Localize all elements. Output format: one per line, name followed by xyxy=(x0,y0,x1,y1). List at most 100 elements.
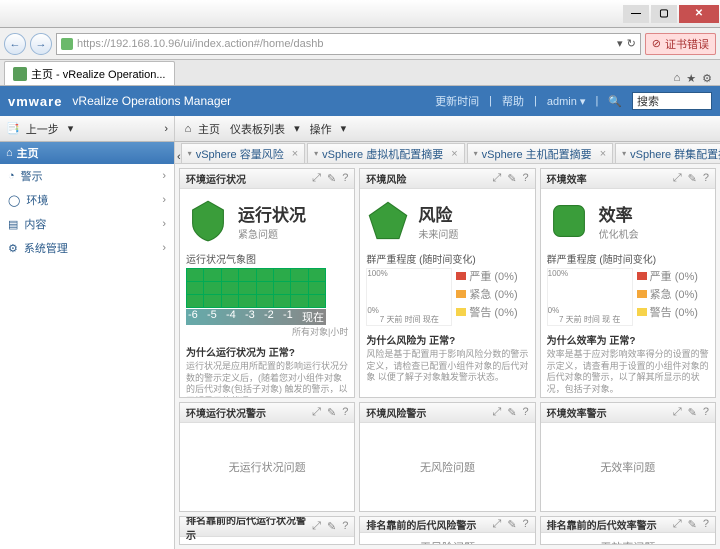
cert-error-label: 证书错误 xyxy=(665,36,709,52)
url-dropdown-icon[interactable]: ▾ xyxy=(617,37,623,50)
expand-icon[interactable]: ⤢ xyxy=(312,520,321,533)
home-tab-button[interactable]: ⌂ 主页 xyxy=(181,121,220,137)
edit-icon[interactable]: ✎ xyxy=(327,520,336,533)
expand-icon[interactable]: ⤢ xyxy=(312,406,321,419)
empty-msg: 无风险问题 xyxy=(366,539,528,545)
refresh-icon[interactable]: ↻ xyxy=(627,37,636,50)
edit-icon[interactable]: ✎ xyxy=(507,518,516,531)
updated-link[interactable]: 更新时间 xyxy=(435,93,479,109)
chevron-right-icon: › xyxy=(162,170,166,182)
chevron-down-icon: ▾ xyxy=(341,122,347,135)
settings-icon[interactable]: ⚙ xyxy=(702,72,712,85)
health-heatmap: -6-5-4-3-2-1现在 xyxy=(186,268,348,325)
eff-title: 效率 xyxy=(599,201,639,226)
panel-risk-rank: 排名靠前的后代风险警示 ⤢ ✎? 无风险问题 xyxy=(359,516,535,545)
expand-icon[interactable]: ⤢ xyxy=(673,518,682,531)
lock-icon xyxy=(61,38,73,50)
sidebar: ⌂ 主页 ◔警示 › ◯环境 › ▤内容 › ⚙系统管理 › xyxy=(0,142,175,549)
panel-eff-rank: 排名靠前的后代效率警示 ⤢ ✎? 无效率问题 xyxy=(540,516,716,545)
expand-icon[interactable]: ⤢ xyxy=(493,172,502,185)
panel-title: 环境风险警示 xyxy=(366,405,426,420)
tab-vm-config[interactable]: ▾vSphere 虚拟机配置摘要× xyxy=(307,143,464,163)
panel-title: 环境风险 xyxy=(366,171,406,186)
browser-tab-label: 主页 - vRealize Operation... xyxy=(31,66,166,82)
tab-host-config[interactable]: ▾vSphere 主机配置摘要× xyxy=(467,143,613,163)
content-icon: ▤ xyxy=(8,218,18,231)
help-icon[interactable]: ? xyxy=(703,172,709,185)
user-menu[interactable]: admin ▾ xyxy=(547,95,586,108)
edit-icon[interactable]: ✎ xyxy=(688,518,697,531)
dashboard-list-menu[interactable]: 仪表板列表 ▾ xyxy=(230,121,300,137)
chevron-down-icon: ▾ xyxy=(580,96,586,108)
cert-error-button[interactable]: ⊘ 证书错误 xyxy=(645,33,716,55)
edit-icon[interactable]: ✎ xyxy=(688,172,697,185)
help-icon[interactable]: ? xyxy=(342,172,348,185)
sidebar-item-alerts[interactable]: ◔警示 › xyxy=(0,164,174,188)
sidebar-header: ⌂ 主页 xyxy=(0,142,174,164)
brand-logo: vmware xyxy=(8,94,62,109)
health-why: 为什么运行状况为 正常? xyxy=(186,344,348,359)
empty-msg: 无效率问题 xyxy=(547,539,709,545)
help-link[interactable]: 帮助 xyxy=(502,93,524,109)
cert-error-icon: ⊘ xyxy=(652,37,661,50)
search-input[interactable]: 搜索 xyxy=(632,92,712,110)
browser-forward-button[interactable]: → xyxy=(30,33,52,55)
browser-back-button[interactable]: ← xyxy=(4,33,26,55)
dashboard-grid: 环境运行状况 ⤢✎? 运行状况 紧急问题 运行状况气象图 xyxy=(175,164,720,549)
home-icon[interactable]: ⌂ xyxy=(674,72,681,85)
search-icon: 🔍 xyxy=(608,95,622,108)
expand-icon[interactable]: ⤢ xyxy=(673,406,682,419)
expand-icon[interactable]: ⤢ xyxy=(493,518,502,531)
risk-legend: 严重 (0%) 紧急 (0%) 警告 (0%) xyxy=(456,268,517,326)
help-icon[interactable]: ? xyxy=(523,172,529,185)
panel-title: 环境运行状况警示 xyxy=(186,405,266,420)
alerts-icon: ◔ xyxy=(8,170,15,182)
heatmap-footer: 所有对象|小时 xyxy=(186,325,348,338)
sidebar-collapse-button[interactable]: 📑 xyxy=(6,122,20,135)
app-toolbar: 📑 上一步 ▾ › ⌂ 主页 仪表板列表 ▾ 操作 ▾ xyxy=(0,116,720,142)
edit-icon[interactable]: ✎ xyxy=(327,406,336,419)
back-step-button[interactable]: 上一步 ▾ xyxy=(26,121,74,137)
sidebar-item-admin[interactable]: ⚙系统管理 › xyxy=(0,236,174,260)
favorites-icon[interactable]: ★ xyxy=(686,72,696,85)
toolbar-chevron-right[interactable]: › xyxy=(164,123,168,135)
edit-icon[interactable]: ✎ xyxy=(688,406,697,419)
edit-icon[interactable]: ✎ xyxy=(507,172,516,185)
risk-chart: 100% 0% 7 天前 时间 现在 xyxy=(366,268,452,326)
empty-msg: 无风险问题 xyxy=(366,429,528,505)
address-bar[interactable]: https://192.168.10.96/ui/index.action#/h… xyxy=(56,33,641,55)
sidebar-item-environment[interactable]: ◯环境 › xyxy=(0,188,174,212)
risk-badge-icon xyxy=(366,199,410,243)
chevron-right-icon: › xyxy=(162,218,166,230)
panel-title: 排名靠前的后代风险警示 xyxy=(366,517,476,532)
panel-title: 环境效率警示 xyxy=(547,405,607,420)
app-header: vmware vRealize Operations Manager 更新时间 … xyxy=(0,86,720,116)
help-icon[interactable]: ? xyxy=(703,406,709,419)
help-icon[interactable]: ? xyxy=(523,518,529,531)
tab-cluster-config[interactable]: ▾vSphere 群集配置摘要× xyxy=(615,143,720,163)
expand-icon[interactable]: ⤢ xyxy=(312,172,321,185)
chart-title: 群严重程度 (随时间变化) xyxy=(366,251,528,266)
edit-icon[interactable]: ✎ xyxy=(327,172,336,185)
expand-icon[interactable]: ⤢ xyxy=(493,406,502,419)
help-icon[interactable]: ? xyxy=(523,406,529,419)
help-icon[interactable]: ? xyxy=(342,406,348,419)
panel-title: 排名靠前的后代效率警示 xyxy=(547,517,657,532)
window-close-button[interactable]: ✕ xyxy=(679,5,719,23)
expand-icon[interactable]: ⤢ xyxy=(673,172,682,185)
tab-capacity-risk[interactable]: ▾vSphere 容量风险× xyxy=(181,143,305,163)
window-minimize-button[interactable]: — xyxy=(623,5,649,23)
panel-eff-alert: 环境效率警示 ⤢✎? 无效率问题 xyxy=(540,402,716,512)
empty-msg: 无运行状况问题 xyxy=(186,543,348,545)
environment-icon: ◯ xyxy=(8,194,20,207)
browser-tab[interactable]: 主页 - vRealize Operation... xyxy=(4,61,175,85)
actions-menu[interactable]: 操作 ▾ xyxy=(310,121,347,137)
edit-icon[interactable]: ✎ xyxy=(507,406,516,419)
heatmap-title: 运行状况气象图 xyxy=(186,251,348,266)
help-icon[interactable]: ? xyxy=(342,520,348,533)
window-maximize-button[interactable]: ▢ xyxy=(651,5,677,23)
panel-health: 环境运行状况 ⤢✎? 运行状况 紧急问题 运行状况气象图 xyxy=(179,168,355,398)
risk-desc: 风险是基于配置用于影响风险分数的警示定义，请检查已配置小组件对象的后代对象 以便… xyxy=(366,349,528,384)
help-icon[interactable]: ? xyxy=(703,518,709,531)
sidebar-item-content[interactable]: ▤内容 › xyxy=(0,212,174,236)
